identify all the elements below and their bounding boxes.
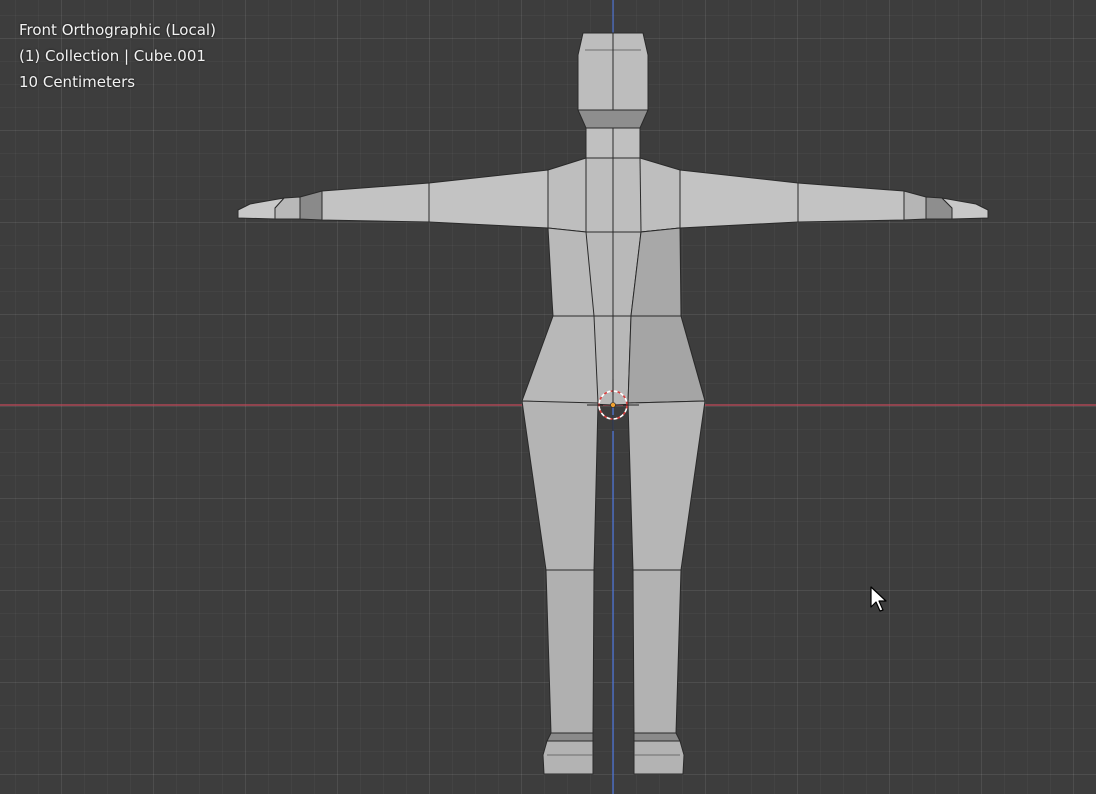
mesh-thigh-right	[627, 400, 706, 571]
mesh-chest	[547, 157, 681, 233]
grid-scale-label: 10 Centimeters	[19, 73, 136, 91]
mesh-hand-left-dark	[299, 190, 323, 221]
mesh-hips-shade	[627, 315, 706, 404]
3d-viewport[interactable]: Front Orthographic (Local) (1) Collectio…	[0, 0, 1096, 794]
mesh-arm-left	[321, 169, 549, 229]
mesh-chin	[577, 109, 649, 129]
mouse-pointer-icon	[870, 586, 887, 612]
mesh-foot-right	[633, 740, 685, 775]
mesh-ankle-right	[633, 732, 681, 742]
mesh-shin-left	[545, 569, 595, 734]
mesh-arm-right	[679, 169, 905, 229]
mesh-shin-right	[632, 569, 682, 734]
mesh-hand-right-dark	[903, 190, 927, 221]
collection-info-label: (1) Collection | Cube.001	[19, 47, 206, 65]
mesh-foot-left	[542, 740, 594, 775]
scene-canvas[interactable]	[0, 0, 1096, 794]
mesh-ankle-left	[546, 732, 594, 742]
object-origin-icon	[610, 402, 616, 408]
viewport-info-overlay: Front Orthographic (Local) (1) Collectio…	[19, 17, 216, 95]
mesh-thigh-left	[521, 400, 599, 571]
view-name-label: Front Orthographic (Local)	[19, 21, 216, 39]
